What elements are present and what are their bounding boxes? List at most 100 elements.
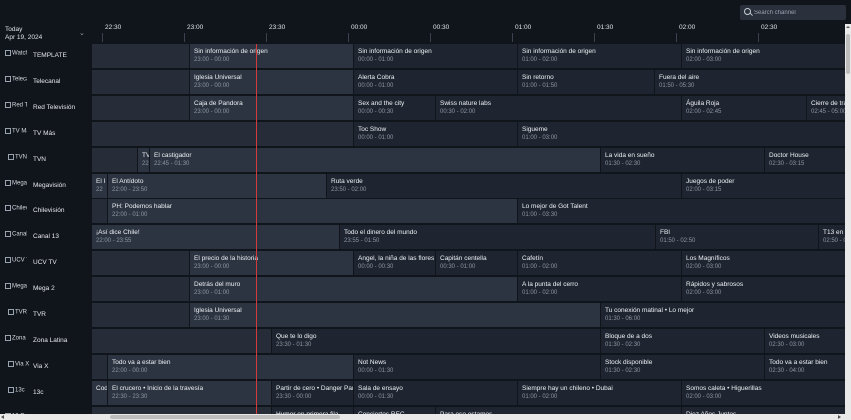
program-block[interactable]: El I 22	[91, 173, 107, 198]
program-block[interactable]: Videos musicales 02:30 - 03:00	[764, 328, 845, 353]
channel-cell[interactable]: TVR TVR	[0, 303, 91, 328]
channel-cell[interactable]: Watch AT TEMPLATE	[0, 44, 91, 69]
program-block[interactable]: El Antídoto 22:00 - 23:50	[107, 173, 326, 198]
program-block[interactable]: Sin información de origen 02:00 - 03:00	[681, 44, 845, 68]
program-block[interactable]	[91, 328, 271, 353]
program-block[interactable]: Sin retorno 01:00 - 01:50	[517, 69, 654, 94]
program-block[interactable]: Codigo	[91, 380, 107, 405]
vertical-scrollbar[interactable]	[845, 24, 851, 414]
program-block[interactable]	[91, 251, 189, 276]
program-block[interactable]	[91, 406, 271, 414]
channel-cell[interactable]: Chilevisión Chilevisión	[0, 199, 91, 224]
program-block[interactable]	[91, 44, 189, 68]
program-block[interactable]: Fuera del aire 01:50 - 05:30	[654, 69, 845, 94]
search-input[interactable]	[754, 7, 842, 18]
program-block[interactable]: ¡Así dice Chile! 22:00 - 23:55	[91, 225, 339, 250]
program-block[interactable]: Capitán centella 00:30 - 01:00	[435, 251, 517, 276]
program-block[interactable]: Stock disponible 01:30 - 02:30	[600, 354, 764, 379]
channel-cell[interactable]: Zona Latina Zona Latina	[0, 329, 91, 354]
time-divider	[676, 33, 677, 42]
channel-name: Chilevisión	[33, 207, 65, 215]
program-block[interactable]: Todo va a estar bien 22:00 - 00:00	[107, 354, 353, 379]
program-block[interactable]	[91, 277, 189, 302]
program-block[interactable]: Tu conexión matinal • Lo mejor 01:30 - 06…	[600, 303, 845, 327]
program-block[interactable]: Swiss nature labs 00:30 - 02:00	[435, 95, 681, 120]
program-block[interactable]: Lo mejor de Got Talent 01:00 - 03:30	[517, 199, 845, 224]
channel-cell[interactable]: Canal 13 Canal 13	[0, 225, 91, 250]
channel-cell[interactable]: Mega 2 Mega 2	[0, 277, 91, 302]
program-block[interactable]: Detrás del muro 23:00 - 01:00	[189, 277, 517, 302]
program-block[interactable]: Caja de Pandora 23:00 - 00:00	[189, 95, 353, 120]
program-block[interactable]	[91, 147, 137, 172]
program-block[interactable]: Sin información de origen 00:00 - 01:00	[353, 44, 517, 68]
program-block[interactable]: Sin información de origen 01:00 - 02:00	[517, 44, 681, 68]
date-selector[interactable]: Today Apr 19, 2024 ⌄	[5, 26, 89, 42]
program-block[interactable]: Angel, la niña de las flores 00:00 - 00:3…	[353, 251, 435, 276]
program-title: A la punta del cerro	[522, 281, 579, 289]
channel-cell[interactable]: Mega Megavisión	[0, 174, 91, 199]
program-block[interactable]: Iglesia Universal 23:00 - 01:30	[189, 303, 600, 327]
program-block[interactable]: Conciertos REC	[353, 406, 435, 414]
program-block[interactable]: El precio de la historia 23:00 - 00:00	[189, 251, 353, 276]
program-block[interactable]: Que te lo digo 23:30 - 01:30	[271, 328, 600, 353]
program-time: 22:30 - 23:30	[112, 393, 148, 400]
program-block[interactable]: Sala de ensayo 00:00 - 01:30	[353, 380, 517, 405]
channel-cell[interactable]: Telecanal Telecanal	[0, 70, 91, 95]
program-block[interactable]: Juegos de poder 02:00 - 03:15	[681, 173, 845, 198]
vertical-scrollbar-thumb[interactable]	[846, 34, 850, 74]
program-block[interactable]: Para eso estamos	[435, 406, 681, 414]
program-block[interactable]: A la punta del cerro 01:00 - 02:00	[517, 277, 681, 302]
horizontal-scrollbar-thumb[interactable]	[110, 415, 340, 419]
program-block[interactable]	[91, 69, 189, 94]
program-block[interactable]: Doctor House 02:30 - 03:15	[764, 147, 845, 172]
program-title: Somos caleta • Higuerillas	[686, 384, 762, 392]
channel-cell[interactable]: 13 Realities13 Realities	[0, 407, 91, 414]
program-block[interactable]: Partir de cero • Danger Party's23:30 - 0…	[271, 380, 353, 405]
channel-row: Red Televisión Red Televisión Caja de Pand…	[0, 95, 845, 121]
program-block[interactable]: Rápidos y sabrosos 02:00 - 03:00	[681, 277, 845, 302]
program-block[interactable]: La vida en sueño 01:30 - 02:30	[600, 147, 764, 172]
program-block[interactable]: Iglesia Universal 23:00 - 00:00	[189, 69, 353, 94]
program-block[interactable]: Cafetín 01:00 - 02:00	[517, 251, 681, 276]
scroll-right-icon[interactable]	[838, 415, 841, 419]
channel-cell[interactable]: Red Televisión Red Televisión	[0, 96, 91, 121]
program-block[interactable]: PH: Podemos hablar 22:00 - 01:00	[107, 199, 517, 224]
program-block[interactable]: Los Magníficos 02:00 - 03:00	[681, 251, 845, 276]
program-block[interactable]: FBI 01:50 - 02:50	[655, 225, 818, 250]
program-block[interactable]: Bloque de a dos 01:30 - 02:30	[600, 328, 764, 353]
program-block[interactable]	[91, 354, 107, 379]
channel-name: TVR	[33, 311, 46, 318]
program-block[interactable]: Todo va a estar bien 02:30 - 04:00	[764, 354, 845, 379]
program-block[interactable]: Somos caleta • Higuerillas 02:00 - 03:00	[681, 380, 845, 405]
program-block[interactable]	[91, 121, 353, 146]
program-block[interactable]: Siempre hay un chileno • Dubai 01:00 - 02…	[517, 380, 681, 405]
program-block[interactable]: El castigador 22:45 - 01:30	[149, 147, 600, 172]
horizontal-scrollbar[interactable]	[0, 414, 851, 420]
program-block[interactable]: El crucero • Inicio de la travesía 22:30 …	[107, 380, 271, 405]
channel-cell[interactable]: TVN TVN	[0, 148, 91, 173]
search-box[interactable]	[740, 5, 846, 20]
channel-cell[interactable]: Via X Via X	[0, 355, 91, 380]
program-block[interactable]	[91, 95, 189, 120]
program-block[interactable]: Humor en primera fila	[271, 406, 353, 414]
program-block[interactable]: Todo el dinero del mundo 23:55 - 01:50	[339, 225, 655, 250]
program-block[interactable]: Not News 00:00 - 01:30	[353, 354, 600, 379]
program-block[interactable]: Águila Roja 02:00 - 02:45	[681, 95, 806, 120]
program-block[interactable]: Diez Años Juntos	[681, 406, 845, 414]
scroll-up-icon[interactable]	[845, 24, 851, 30]
channel-cell[interactable]: UCV TV UCV TV	[0, 251, 91, 276]
scroll-left-icon[interactable]	[1, 415, 4, 419]
program-block[interactable]: Toc Show 00:00 - 01:00	[353, 121, 517, 146]
channel-cell[interactable]: 13c 13c	[0, 381, 91, 406]
program-block[interactable]	[91, 303, 189, 327]
program-block[interactable]	[91, 199, 107, 224]
program-block[interactable]: TV22	[137, 147, 149, 172]
program-block[interactable]: Alerta Cobra 00:00 - 01:00	[353, 69, 517, 94]
channel-cell[interactable]: TV Más TV Más	[0, 122, 91, 147]
program-block[interactable]: Sex and the city 00:00 - 00:30	[353, 95, 435, 120]
program-block[interactable]: Cierre de transmisión02:45 - 05:00	[806, 95, 845, 120]
program-block[interactable]: Ruta verde 23:50 - 02:00	[326, 173, 681, 198]
program-block[interactable]: T13 en vivo02:50 - 05:00	[818, 225, 845, 250]
program-block[interactable]: Sigueme 01:00 - 03:00	[517, 121, 845, 146]
program-block[interactable]: Sin información de origen 23:00 - 00:00	[189, 44, 353, 68]
